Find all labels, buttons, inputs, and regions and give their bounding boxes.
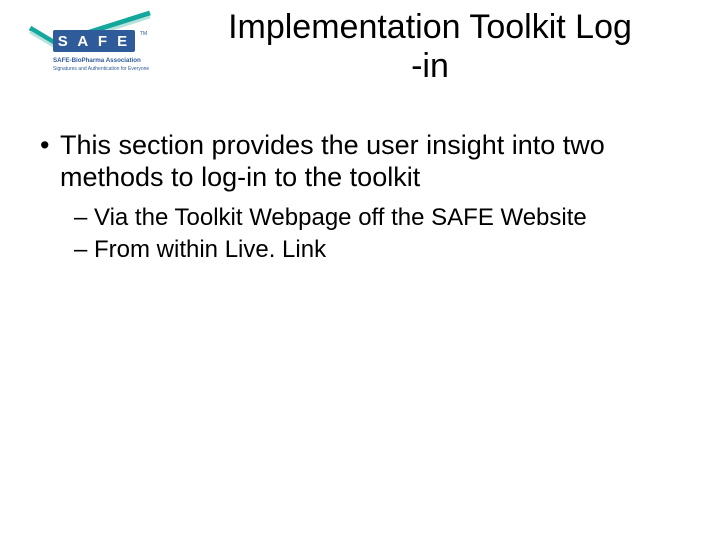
- slide: S A F E TM SAFE-BioPharma Association Si…: [0, 0, 720, 540]
- bullet-dash-icon: –: [74, 204, 94, 232]
- bullet-level1: •This section provides the user insight …: [30, 130, 690, 194]
- bullet-level2-text-1: Via the Toolkit Webpage off the SAFE Web…: [94, 204, 587, 231]
- logo-tagline-1: SAFE-BioPharma Association: [53, 57, 141, 64]
- bullet-dash-icon: –: [74, 236, 94, 264]
- title-line-1: Implementation Toolkit Log: [228, 8, 632, 46]
- logo-brand-text: S A F E: [58, 33, 130, 50]
- bullet-dot-icon: •: [40, 130, 60, 162]
- bullet-level2: –Via the Toolkit Webpage off the SAFE We…: [30, 204, 690, 232]
- logo-tagline-2: Signatures and Authentication for Everyo…: [53, 66, 149, 72]
- bullet-level2: –From within Live. Link: [30, 236, 690, 264]
- logo-tm: TM: [140, 31, 147, 37]
- slide-body: •This section provides the user insight …: [30, 130, 690, 268]
- safe-logo: S A F E TM SAFE-BioPharma Association Si…: [25, 10, 160, 80]
- title-line-2: -in: [411, 47, 449, 85]
- bullet-level2-text-2: From within Live. Link: [94, 236, 326, 263]
- slide-title: Implementation Toolkit Log -in: [170, 8, 690, 86]
- bullet-level1-text: This section provides the user insight i…: [60, 130, 605, 192]
